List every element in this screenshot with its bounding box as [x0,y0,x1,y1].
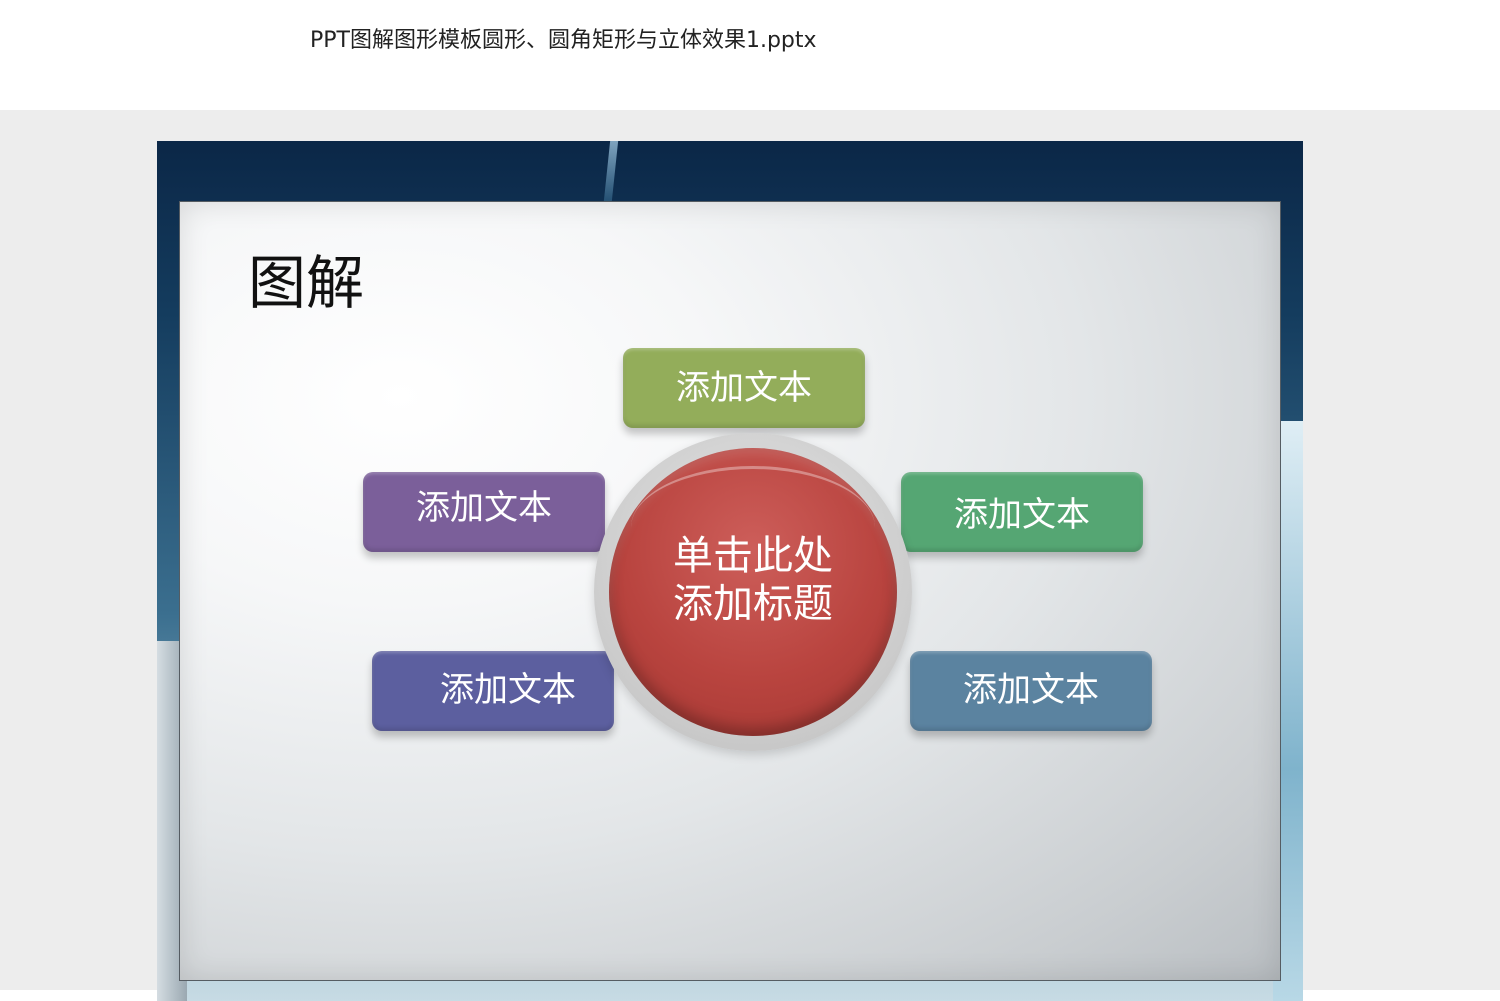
text-box-left-upper[interactable]: 添加文本 [363,472,605,552]
slide-title: 图解 [248,249,365,317]
text-box-left-lower-label: 添加文本 [440,670,576,710]
text-box-right-lower[interactable]: 添加文本 [910,651,1152,731]
center-title: 单击此处 添加标题 [609,532,897,628]
text-box-top-label: 添加文本 [676,368,812,408]
document-header: PPT图解图形模板圆形、圆角矩形与立体效果1.pptx [0,0,1500,110]
text-box-right-upper[interactable]: 添加文本 [901,472,1143,552]
background-stripe [603,141,619,201]
document-file-name: PPT图解图形模板圆形、圆角矩形与立体效果1.pptx [310,28,817,53]
center-circle[interactable]: 单击此处 添加标题 [609,448,897,736]
center-title-line1: 单击此处 [673,533,833,579]
text-box-right-upper-label: 添加文本 [954,495,1090,535]
slide-preview[interactable]: 图解 添加文本 添加文本 添加文本 添加文本 添加文本 单击此处 添加标题 [157,141,1303,1001]
slide-content-panel: 图解 添加文本 添加文本 添加文本 添加文本 添加文本 单击此处 添加标题 [179,201,1281,981]
center-title-line2: 添加标题 [673,581,833,627]
text-box-left-lower[interactable]: 添加文本 [372,651,614,731]
text-box-right-lower-label: 添加文本 [963,670,1099,710]
text-box-top[interactable]: 添加文本 [623,348,865,428]
text-box-left-upper-label: 添加文本 [416,488,552,528]
